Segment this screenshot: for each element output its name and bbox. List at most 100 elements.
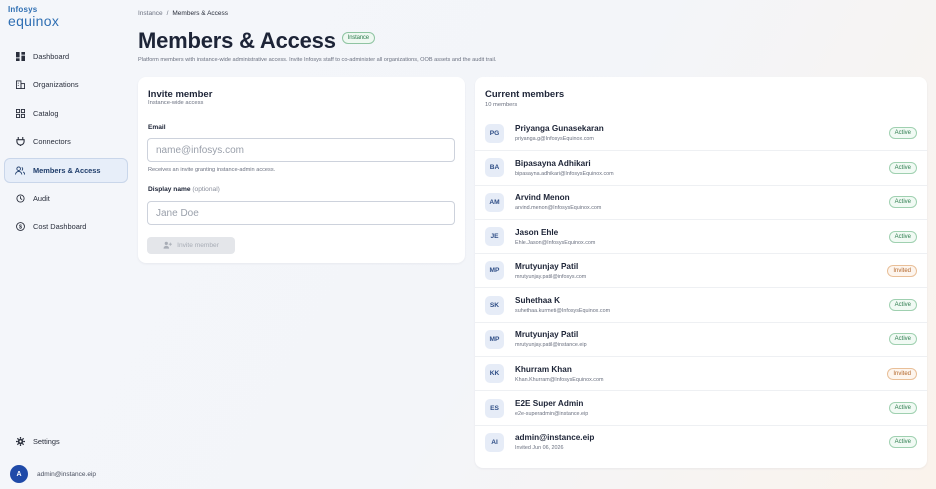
member-email: arvind.menon@InfosysEquinox.com	[515, 205, 602, 212]
status-badge: Active	[888, 436, 917, 449]
avatar: PG	[485, 123, 504, 143]
page-title: Members & Access	[138, 28, 336, 53]
member-email: Invited Jun 06, 2026	[515, 445, 564, 452]
member-email: bipasayna.adhikari@InfosysEquinox.com	[515, 170, 614, 177]
member-email: mrutyunjay.patil@instance.eip	[515, 342, 587, 349]
sidebar-item-label: Settings	[33, 437, 60, 446]
current-user[interactable]: A admin@instance.eip	[10, 465, 96, 483]
brand-logo[interactable]: Infosys equinox	[8, 6, 59, 29]
member-name: E2E Super Admin	[515, 399, 584, 409]
building-icon	[15, 80, 25, 90]
breadcrumb-current: Members & Access	[172, 10, 229, 17]
svg-text:$: $	[19, 225, 22, 231]
list-item[interactable]: PG Priyanga Gunasekaran priyanga.g@Infosy…	[475, 116, 927, 150]
status-badge: Active	[888, 333, 917, 346]
plug-icon	[15, 137, 25, 147]
sidebar-item-label: Members & Access	[33, 165, 101, 175]
sidebar-item-catalog[interactable]: Catalog	[4, 101, 128, 126]
list-item[interactable]: AM Arvind Menon arvind.menon@InfosysEquin…	[475, 184, 927, 219]
member-name: Bipasayna Adhikari	[515, 158, 591, 168]
sidebar-item-label: Cost Dashboard	[33, 222, 87, 232]
status-badge: Active	[888, 230, 917, 243]
list-item[interactable]: ES E2E Super Admin e2e-superadmin@instanc…	[475, 390, 927, 424]
sidebar-item-label: Organizations	[33, 80, 79, 90]
avatar: MP	[485, 261, 504, 281]
invite-card-title: Invite member	[148, 89, 213, 100]
email-help-text: Receives an invite granting instance-adm…	[148, 167, 276, 173]
status-badge: Invited	[887, 264, 917, 277]
invite-member-card: Invite member Instance-wide access Email…	[138, 77, 465, 263]
breadcrumb-root[interactable]: Instance	[138, 10, 163, 17]
email-label: Email	[148, 124, 166, 131]
status-badge: Active	[888, 127, 917, 140]
sidebar-item-members-access[interactable]: Members & Access	[4, 157, 128, 183]
dollar-icon: $	[15, 222, 25, 232]
page-title-row: Members & Access Instance	[138, 28, 375, 54]
list-item[interactable]: SK Suhethaa K suhethaa.kurmeti@InfosysEqu…	[475, 287, 927, 321]
email-field[interactable]	[147, 138, 455, 162]
avatar: BA	[485, 158, 504, 178]
invite-member-button[interactable]: Invite member	[147, 237, 235, 254]
avatar: ES	[485, 398, 504, 418]
member-name: admin@instance.eip	[515, 433, 595, 443]
avatar: A	[10, 465, 28, 483]
sidebar: Infosys equinox Dashboard Organizations …	[0, 0, 128, 489]
current-members-card: Current members 10 members PG Priyanga G…	[475, 77, 927, 468]
display-name-field[interactable]	[147, 201, 455, 225]
member-email: Ehle.Jason@InfosysEquinox.com	[515, 239, 596, 246]
sidebar-item-label: Dashboard	[33, 52, 70, 61]
gear-icon	[15, 437, 25, 447]
sidebar-item-dashboard[interactable]: Dashboard	[4, 44, 128, 69]
list-item[interactable]: KK Khurram Khan Khan.Khurram@InfosysEquin…	[475, 356, 927, 390]
sidebar-item-label: Connectors	[33, 137, 71, 147]
avatar: JE	[485, 227, 504, 247]
sidebar-item-cost-dashboard[interactable]: $ Cost Dashboard	[4, 214, 128, 239]
member-name: Jason Ehle	[515, 227, 559, 237]
settings-area: Settings	[4, 429, 128, 457]
display-name-label: Display name (optional)	[148, 186, 220, 193]
add-user-icon	[163, 241, 173, 251]
avatar: AM	[485, 192, 504, 212]
page-subtitle: Platform members with instance-wide admi…	[138, 57, 497, 63]
members-card-title: Current members	[485, 89, 565, 100]
sidebar-item-organizations[interactable]: Organizations	[4, 72, 128, 97]
sidebar-item-settings[interactable]: Settings	[4, 429, 128, 454]
avatar: SK	[485, 295, 504, 315]
member-name: Mrutyunjay Patil	[515, 330, 579, 340]
member-name: Suhethaa K	[515, 296, 561, 306]
member-name: Mrutyunjay Patil	[515, 261, 579, 271]
sidebar-item-label: Catalog	[33, 108, 59, 118]
users-icon	[15, 165, 25, 175]
list-item[interactable]: BA Bipasayna Adhikari bipasayna.adhikari@…	[475, 150, 927, 184]
status-badge: Active	[888, 299, 917, 312]
avatar: KK	[485, 364, 504, 384]
avatar: AI	[485, 432, 504, 452]
list-item[interactable]: AI admin@instance.eip Invited Jun 06, 202…	[475, 424, 927, 459]
sidebar-item-audit[interactable]: Audit	[4, 186, 128, 211]
status-badge: Active	[888, 402, 917, 415]
members-count: 10 members	[485, 102, 518, 108]
member-name: Arvind Menon	[515, 193, 570, 203]
list-item[interactable]: JE Jason Ehle Ehle.Jason@InfosysEquinox.c…	[475, 218, 927, 253]
sidebar-item-connectors[interactable]: Connectors	[4, 129, 128, 154]
member-list: PG Priyanga Gunasekaran priyanga.g@Infosy…	[475, 116, 927, 459]
dashboard-icon	[15, 52, 25, 62]
member-email: mrutyunjay.patil@infosys.com	[515, 273, 587, 280]
status-badge: Invited	[887, 367, 917, 380]
optional-hint: (optional)	[192, 186, 220, 193]
member-email: priyanga.g@InfosysEquinox.com	[515, 136, 594, 143]
scope-badge: Instance	[341, 32, 375, 44]
history-icon	[15, 193, 25, 203]
member-name: Priyanga Gunasekaran	[515, 124, 604, 134]
list-item[interactable]: MP Mrutyunjay Patil mrutyunjay.patil@info…	[475, 253, 927, 287]
catalog-icon	[15, 108, 25, 118]
invite-button-label: Invite member	[177, 242, 219, 249]
member-email: suhethaa.kurmeti@InfosysEquinox.com	[515, 308, 611, 315]
sidebar-item-label: Audit	[33, 193, 50, 203]
sidebar-nav: Dashboard Organizations Catalog Connecto…	[4, 44, 128, 243]
status-badge: Active	[888, 196, 917, 209]
breadcrumb: Instance / Members & Access	[138, 10, 228, 17]
list-item[interactable]: MP Mrutyunjay Patil mrutyunjay.patil@inst…	[475, 321, 927, 356]
member-email: e2e-superadmin@instance.eip	[515, 411, 589, 418]
display-name-label-text: Display name	[148, 186, 191, 193]
